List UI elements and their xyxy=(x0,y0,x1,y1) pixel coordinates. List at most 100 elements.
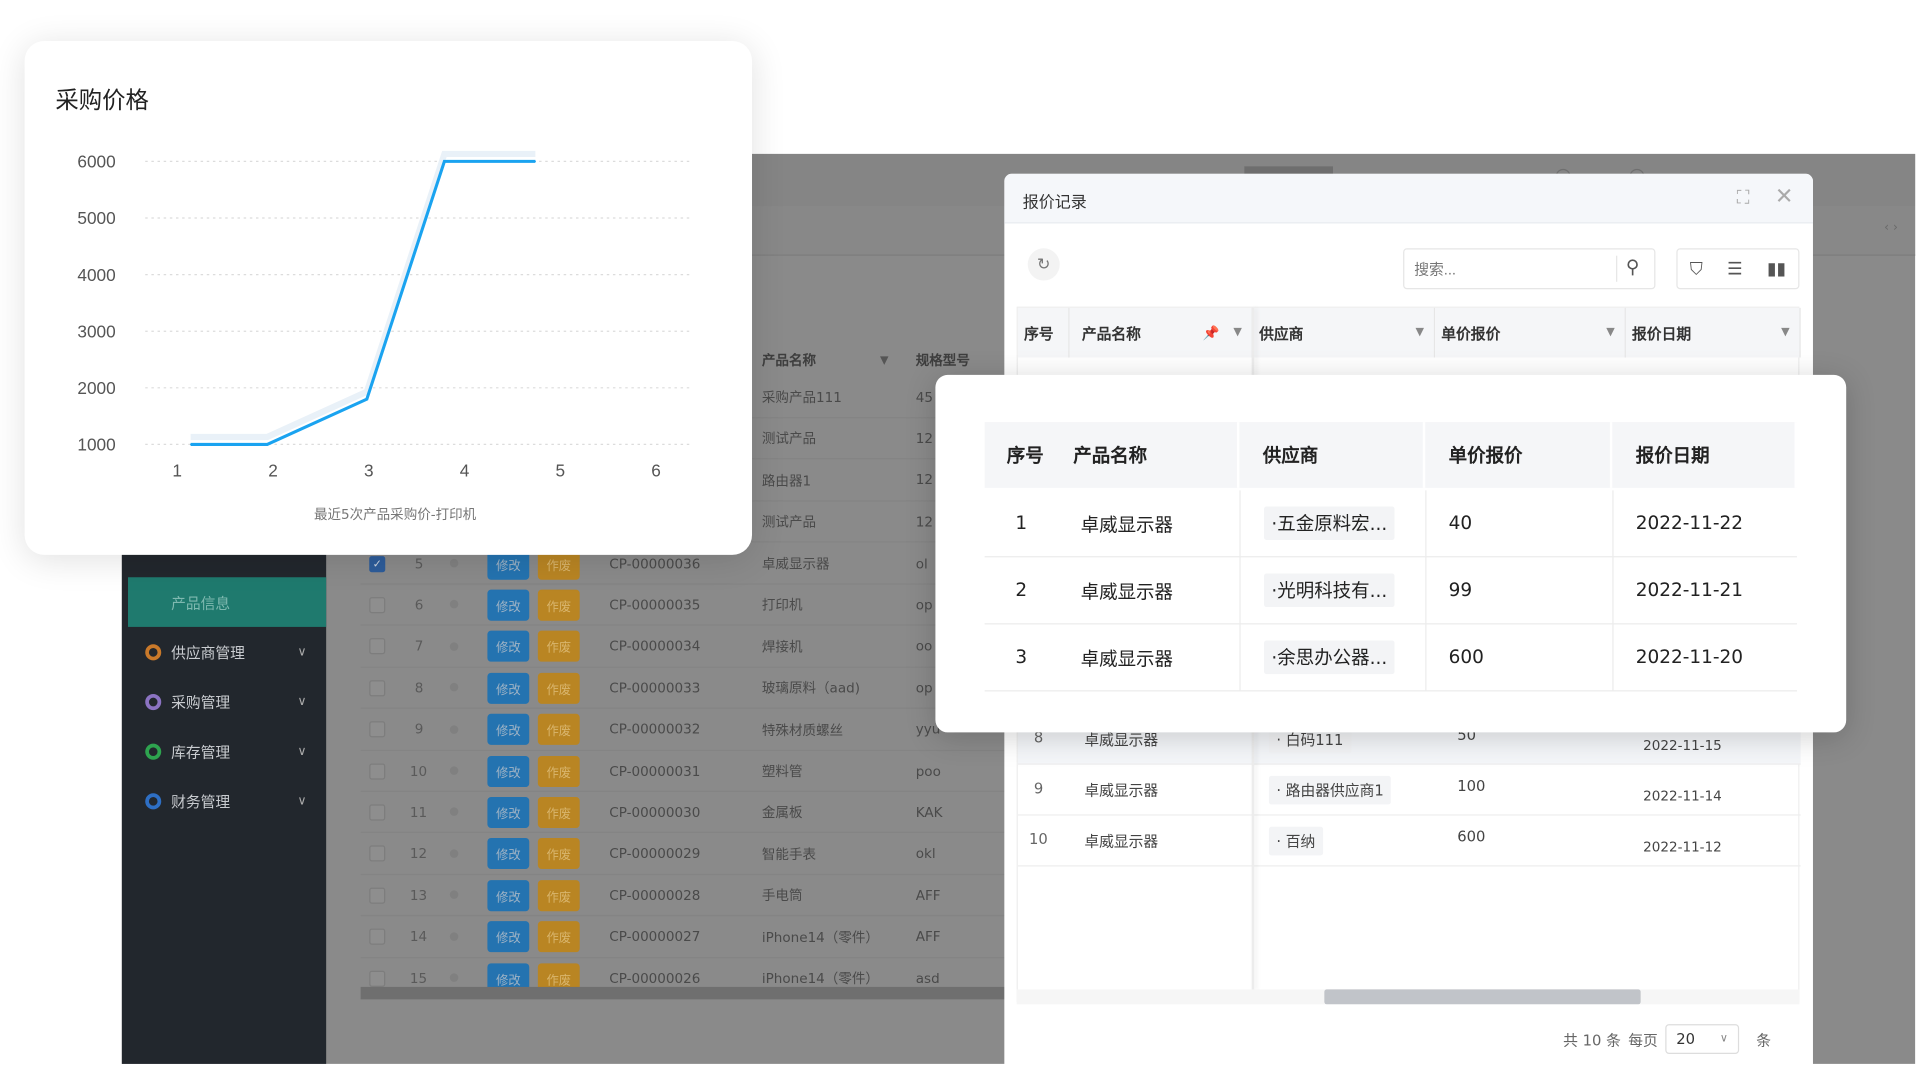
row-checkbox[interactable] xyxy=(369,970,386,987)
column-header[interactable]: 报价日期 xyxy=(1612,422,1797,488)
row-checkbox[interactable] xyxy=(369,928,386,945)
product-name-cell: 卓威显示器 xyxy=(761,556,830,573)
page-size-select[interactable]: 20 ∨ xyxy=(1665,1024,1740,1054)
edit-button[interactable]: 修改 xyxy=(487,755,530,787)
void-button[interactable]: 作废 xyxy=(537,672,580,704)
edit-button[interactable]: 修改 xyxy=(487,630,530,663)
date-cell: 2022-11-12 xyxy=(1643,839,1722,856)
row-checkbox[interactable]: ✓ xyxy=(369,555,386,572)
table-row[interactable]: 8 ● 修改 作废 CP-00000033 玻璃原料（aad) op xyxy=(360,668,1006,710)
row-checkbox[interactable] xyxy=(369,845,386,862)
table-row[interactable]: 2 卓威显示器 ·光明科技有... 99 2022-11-21 xyxy=(984,557,1797,625)
void-button[interactable]: 作废 xyxy=(537,879,580,911)
table-row[interactable]: 10 卓威显示器 · 百纳 600 2022-11-12 xyxy=(1017,816,1801,867)
sidebar-item[interactable]: 供应商管理 ∨ xyxy=(128,627,326,677)
ring-icon xyxy=(145,643,162,660)
filter-icon[interactable]: ⛉ xyxy=(1690,259,1703,279)
sidebar-item[interactable]: 采购管理 ∨ xyxy=(128,677,326,727)
pin-icon[interactable]: ● xyxy=(449,931,459,943)
table-row[interactable]: 12 ● 修改 作废 CP-00000029 智能手表 okl xyxy=(360,834,1006,875)
pin-icon[interactable]: ● xyxy=(449,848,459,860)
pin-icon[interactable]: ● xyxy=(449,599,459,611)
quote-preview-popup: 序号 产品名称 供应商 单价报价 报价日期 1 卓威显示器 ·五金原料宏... 40 2022-… xyxy=(935,374,1847,733)
column-header[interactable]: 产品名称 📌 ▼ xyxy=(1069,307,1253,358)
table-horizontal-scrollbar[interactable] xyxy=(1016,989,1800,1005)
spec-cell: 12 xyxy=(915,472,933,489)
pin-icon[interactable]: ● xyxy=(449,723,459,735)
void-button[interactable]: 作废 xyxy=(537,630,580,663)
y-tick-label: 6000 xyxy=(77,152,115,172)
column-header[interactable]: 供应商 xyxy=(1239,422,1426,488)
table-horizontal-scrollbar[interactable] xyxy=(360,986,1006,1000)
pin-icon[interactable]: 📌 xyxy=(1203,325,1220,341)
row-checkbox[interactable] xyxy=(369,596,386,614)
edit-button[interactable]: 修改 xyxy=(487,796,530,828)
search-input[interactable] xyxy=(1403,248,1656,290)
edit-button[interactable]: 修改 xyxy=(487,838,530,870)
spec-cell: 12 xyxy=(915,513,933,530)
columns-icon[interactable]: ☰ xyxy=(1727,259,1742,279)
table-row[interactable]: 6 ● 修改 作废 CP-00000035 打印机 op xyxy=(360,585,1006,627)
pin-icon[interactable]: ● xyxy=(449,972,459,984)
tab-scroll-arrows-icon[interactable]: ‹ › xyxy=(1884,221,1898,235)
pin-icon[interactable]: ● xyxy=(449,682,459,694)
filter-icon[interactable]: ▼ xyxy=(1781,326,1790,338)
void-button[interactable]: 作废 xyxy=(537,755,580,787)
table-row[interactable]: 14 ● 修改 作废 CP-00000027 iPhone14（零件） AFF xyxy=(360,917,1006,958)
table-row[interactable]: 3 卓威显示器 ·余思办公器... 600 2022-11-20 xyxy=(984,624,1797,692)
column-header[interactable]: 序号 产品名称 xyxy=(984,422,1240,488)
column-header[interactable]: 序号 xyxy=(1017,307,1070,358)
row-checkbox[interactable] xyxy=(369,887,386,904)
search-icon[interactable]: ⚲ xyxy=(1626,256,1640,278)
table-row[interactable]: 10 ● 修改 作废 CP-00000031 塑料管 poo xyxy=(360,751,1006,793)
close-icon[interactable]: ✕ xyxy=(1775,184,1794,210)
column-header[interactable]: 单价报价 xyxy=(1425,422,1613,488)
void-button[interactable]: 作废 xyxy=(537,589,580,621)
refresh-button[interactable]: ↻ xyxy=(1027,248,1060,281)
table-row[interactable]: 7 ● 修改 作废 CP-00000034 焊接机 oo xyxy=(360,627,1006,668)
sidebar-item[interactable]: 库存管理 ∨ xyxy=(128,726,326,776)
table-row[interactable]: 11 ● 修改 作废 CP-00000030 金属板 KAK xyxy=(360,792,1006,834)
column-header-spec[interactable]: 规格型号 xyxy=(916,350,970,370)
sidebar-item-product-info[interactable]: 产品信息 xyxy=(128,577,327,627)
sidebar-item[interactable]: 财务管理 ∨ xyxy=(128,776,326,826)
edit-button[interactable]: 修改 xyxy=(487,589,530,621)
row-checkbox[interactable] xyxy=(369,638,386,655)
column-header-product-name[interactable]: 产品名称 xyxy=(762,350,816,370)
row-checkbox[interactable] xyxy=(369,762,386,779)
edit-button[interactable]: 修改 xyxy=(487,921,530,953)
void-button[interactable]: 作废 xyxy=(537,796,580,828)
row-checkbox[interactable] xyxy=(369,804,386,821)
pin-icon[interactable]: ● xyxy=(449,889,459,901)
edit-button[interactable]: 修改 xyxy=(487,713,530,745)
pin-icon[interactable]: ● xyxy=(449,557,459,569)
table-row[interactable]: 9 卓威显示器 · 路由器供应商1 100 2022-11-14 xyxy=(1017,765,1801,816)
row-checkbox[interactable] xyxy=(369,679,386,697)
void-button[interactable]: 作废 xyxy=(537,713,580,745)
table-row[interactable]: 9 ● 修改 作废 CP-00000032 特殊材质螺丝 yyu xyxy=(360,710,1006,751)
column-header[interactable]: 报价日期 ▼ xyxy=(1625,307,1801,358)
column-header[interactable]: 供应商 ▼ xyxy=(1252,307,1436,358)
scrollbar-thumb[interactable] xyxy=(1324,989,1641,1005)
table-row[interactable]: 13 ● 修改 作废 CP-00000028 手电筒 AFF xyxy=(360,875,1006,917)
ring-icon xyxy=(145,693,162,710)
filter-icon[interactable]: ▼ xyxy=(1606,326,1615,338)
maximize-icon[interactable]: ⛶ xyxy=(1737,186,1750,208)
table-row[interactable]: 1 卓威显示器 ·五金原料宏... 40 2022-11-22 xyxy=(984,490,1797,558)
row-checkbox[interactable] xyxy=(369,721,386,738)
filter-icon[interactable]: ▼ xyxy=(880,355,889,367)
pin-icon[interactable]: ● xyxy=(449,806,459,818)
filter-icon[interactable]: ▼ xyxy=(1416,326,1425,338)
edit-button[interactable]: 修改 xyxy=(487,672,530,704)
date-cell: 2022-11-21 xyxy=(1635,578,1744,601)
void-button[interactable]: 作废 xyxy=(537,921,580,953)
edit-button[interactable]: 修改 xyxy=(487,879,530,911)
column-header[interactable]: 单价报价 ▼ xyxy=(1435,307,1626,358)
pin-icon[interactable]: ● xyxy=(449,640,459,652)
supplier-tag: ·余思办公器... xyxy=(1264,640,1395,675)
pin-icon[interactable]: ● xyxy=(449,765,459,777)
y-tick-label: 5000 xyxy=(77,208,115,228)
filter-icon[interactable]: ▼ xyxy=(1233,326,1242,338)
chart-icon[interactable]: ▮▮ xyxy=(1767,259,1786,279)
void-button[interactable]: 作废 xyxy=(537,838,580,870)
